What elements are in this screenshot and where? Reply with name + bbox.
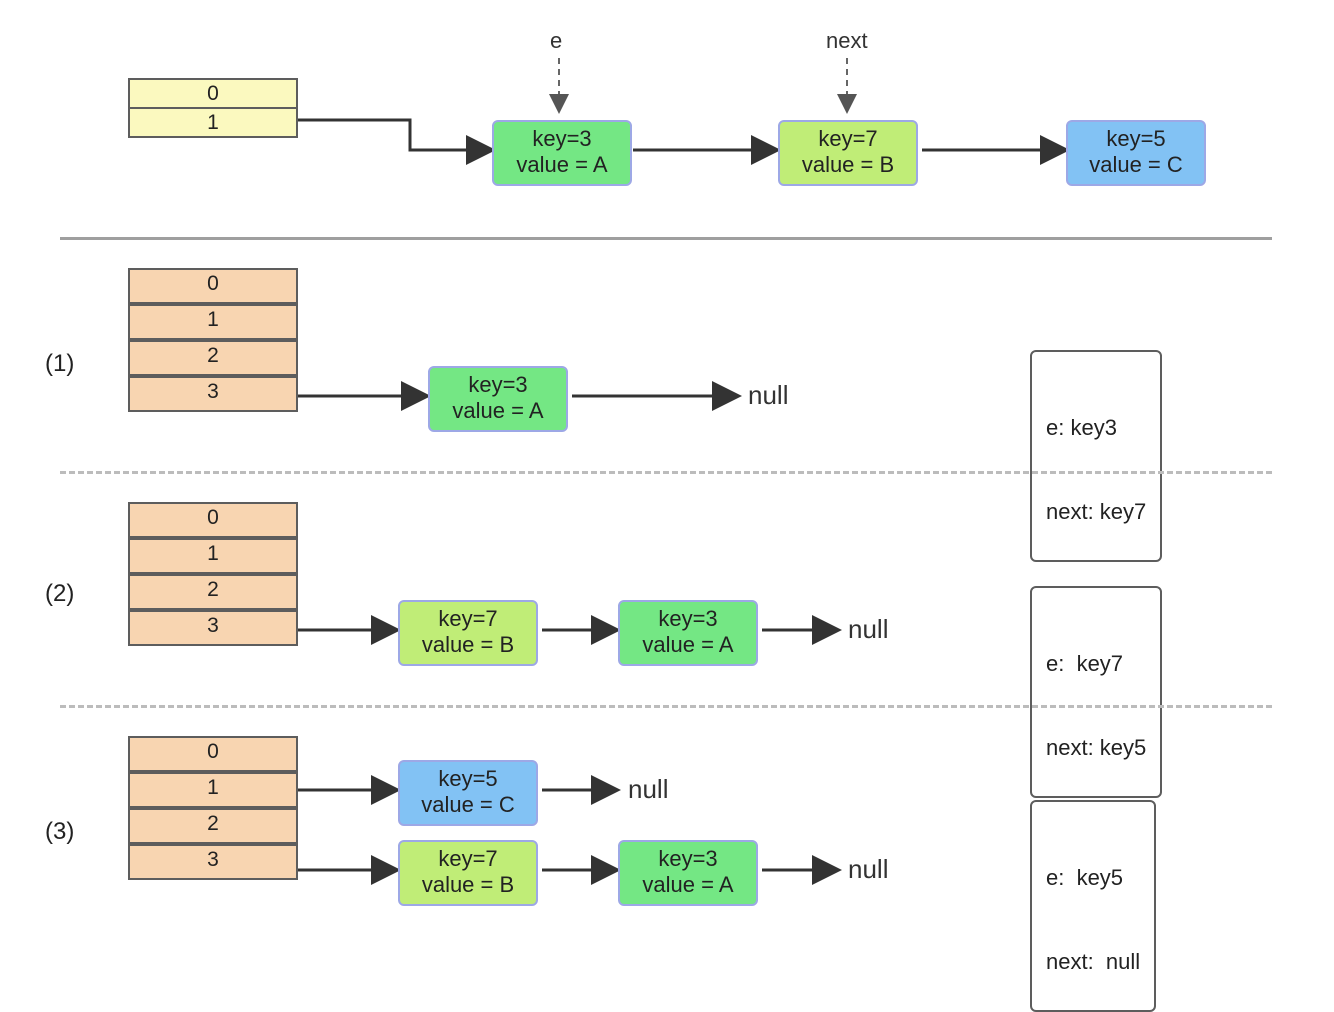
bucket-cell: 0 bbox=[128, 502, 298, 538]
state-next: next: key7 bbox=[1046, 498, 1146, 526]
bucket-cell: 3 bbox=[128, 376, 298, 412]
bucket-cell: 0 bbox=[128, 268, 298, 304]
bucket-cell: 1 bbox=[128, 538, 298, 574]
node-value: value = B bbox=[790, 152, 906, 178]
step-label: (2) bbox=[45, 580, 74, 608]
state-box: e: key5 next: null bbox=[1030, 800, 1156, 1012]
chain-node: key=3 value = A bbox=[618, 840, 758, 906]
node-value: value = A bbox=[440, 398, 556, 424]
node-key: key=3 bbox=[630, 846, 746, 872]
bucket-cell: 2 bbox=[128, 574, 298, 610]
node-value: value = C bbox=[1078, 152, 1194, 178]
node-value: value = A bbox=[630, 632, 746, 658]
node-value: value = B bbox=[410, 872, 526, 898]
bucket-cell: 1 bbox=[128, 108, 298, 138]
node-key: key=3 bbox=[504, 126, 620, 152]
node-key: key=3 bbox=[630, 606, 746, 632]
chain-node: key=5 value = C bbox=[1066, 120, 1206, 186]
node-key: key=7 bbox=[410, 606, 526, 632]
chain-node: key=7 value = B bbox=[778, 120, 918, 186]
chain-node: key=7 value = B bbox=[398, 600, 538, 666]
node-value: value = A bbox=[504, 152, 620, 178]
node-key: key=7 bbox=[790, 126, 906, 152]
chain-node: key=3 value = A bbox=[428, 366, 568, 432]
bucket-cell: 3 bbox=[128, 610, 298, 646]
chain-node: key=7 value = B bbox=[398, 840, 538, 906]
divider bbox=[60, 471, 1272, 474]
bucket-cell: 2 bbox=[128, 808, 298, 844]
step-label: (3) bbox=[45, 818, 74, 846]
null-text: null bbox=[628, 774, 668, 805]
node-key: key=7 bbox=[410, 846, 526, 872]
bucket-cell: 0 bbox=[128, 78, 298, 108]
null-text: null bbox=[848, 854, 888, 885]
state-e: e: key3 bbox=[1046, 414, 1146, 442]
pointer-label-e: e bbox=[550, 28, 562, 54]
divider bbox=[60, 705, 1272, 708]
chain-node: key=5 value = C bbox=[398, 760, 538, 826]
null-text: null bbox=[748, 380, 788, 411]
state-next: next: key5 bbox=[1046, 734, 1146, 762]
divider bbox=[60, 237, 1272, 240]
node-value: value = C bbox=[410, 792, 526, 818]
state-next: next: null bbox=[1046, 948, 1140, 976]
bucket-cell: 2 bbox=[128, 340, 298, 376]
node-key: key=5 bbox=[1078, 126, 1194, 152]
chain-node: key=3 value = A bbox=[492, 120, 632, 186]
pointer-label-next: next bbox=[826, 28, 868, 54]
bucket-cell: 3 bbox=[128, 844, 298, 880]
node-key: key=5 bbox=[410, 766, 526, 792]
node-key: key=3 bbox=[440, 372, 556, 398]
bucket-cell: 1 bbox=[128, 772, 298, 808]
state-e: e: key5 bbox=[1046, 864, 1140, 892]
step-label: (1) bbox=[45, 350, 74, 378]
node-value: value = A bbox=[630, 872, 746, 898]
state-e: e: key7 bbox=[1046, 650, 1146, 678]
bucket-cell: 1 bbox=[128, 304, 298, 340]
bucket-cell: 0 bbox=[128, 736, 298, 772]
node-value: value = B bbox=[410, 632, 526, 658]
state-box: e: key7 next: key5 bbox=[1030, 586, 1162, 798]
state-box: e: key3 next: key7 bbox=[1030, 350, 1162, 562]
null-text: null bbox=[848, 614, 888, 645]
chain-node: key=3 value = A bbox=[618, 600, 758, 666]
